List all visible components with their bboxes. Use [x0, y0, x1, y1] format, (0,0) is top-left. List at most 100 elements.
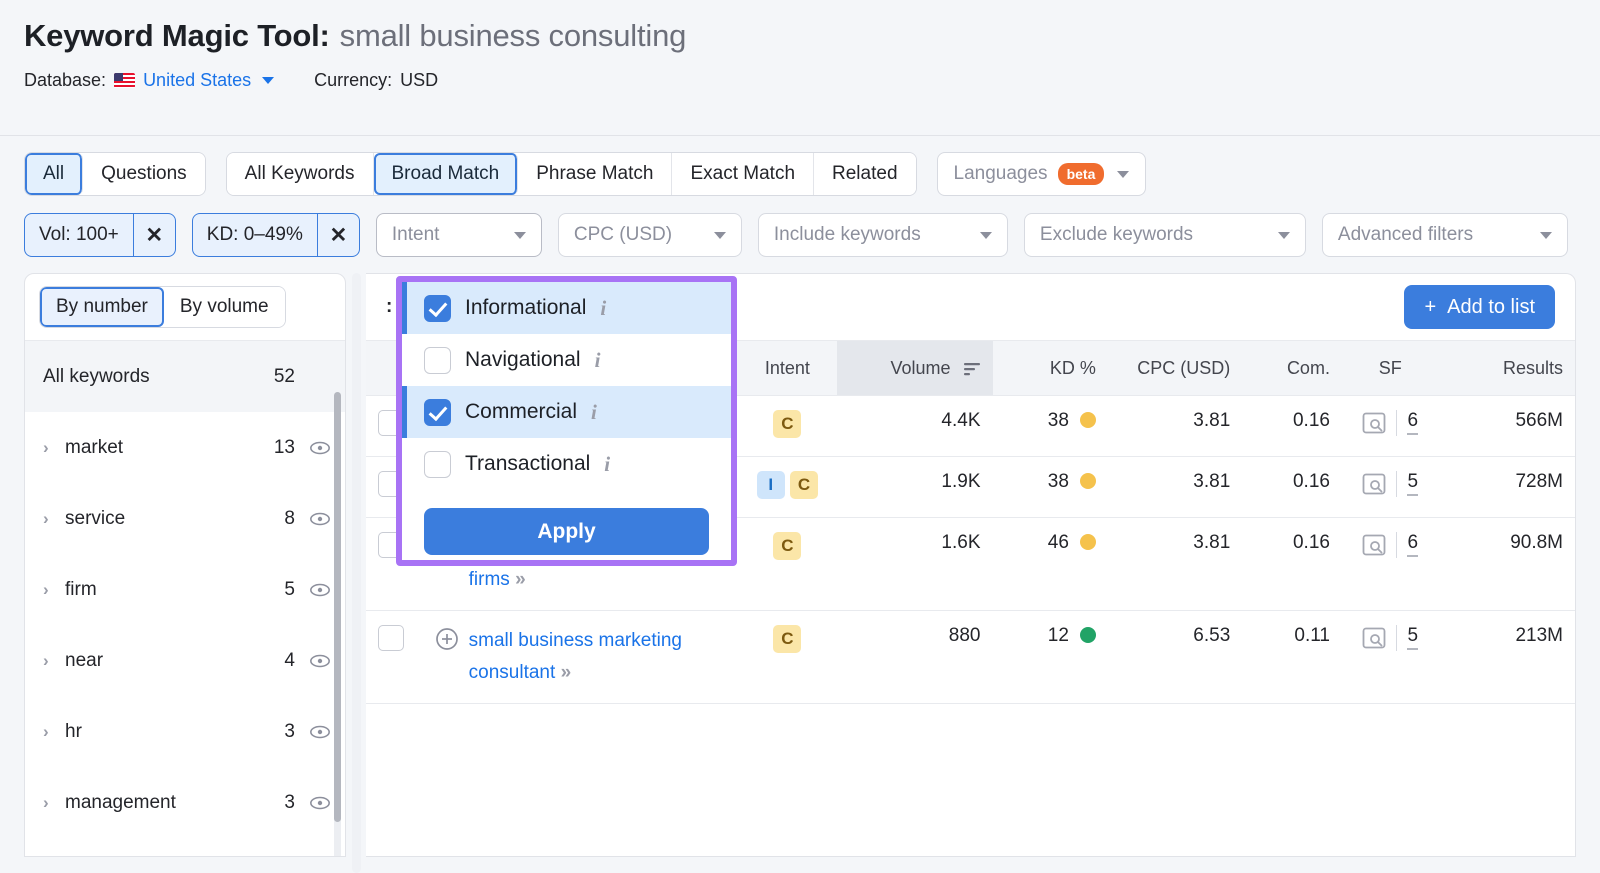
eye-icon[interactable] — [309, 508, 331, 530]
com-cell: 0.16 — [1242, 395, 1342, 457]
segmented-control: By number By volume — [39, 286, 286, 328]
info-icon[interactable]: i — [595, 348, 601, 373]
sf-cell[interactable]: 5 — [1341, 610, 1439, 704]
sf-count[interactable]: 6 — [1407, 533, 1419, 557]
eye-icon[interactable] — [309, 792, 331, 814]
sidebar-scrollbar[interactable] — [334, 392, 341, 856]
table-row[interactable]: small business marketing consultant » C … — [366, 610, 1575, 704]
close-icon[interactable]: ✕ — [316, 214, 359, 256]
filter-row: Vol: 100+ ✕ KD: 0–49% ✕ Intent CPC (USD)… — [24, 213, 1576, 257]
results-cell: 90.8M — [1438, 517, 1575, 611]
intent-option-label: Commercial — [465, 400, 578, 423]
com-cell: 0.11 — [1242, 610, 1342, 704]
serp-feature-icon[interactable] — [1362, 473, 1386, 495]
tab-all-keywords[interactable]: All Keywords — [226, 153, 374, 195]
tab-broad-match[interactable]: Broad Match — [373, 153, 519, 195]
sort-descending-icon[interactable] — [963, 362, 981, 376]
expand-icon: » — [515, 569, 526, 590]
sf-count[interactable]: 5 — [1407, 472, 1419, 496]
database-selector[interactable]: Database: United States — [24, 70, 275, 91]
tab-exact-match[interactable]: Exact Match — [672, 153, 815, 195]
checkbox-navigational[interactable] — [424, 346, 451, 374]
checkbox-informational[interactable] — [424, 294, 451, 322]
cpc-filter-dropdown[interactable]: CPC (USD) — [557, 213, 742, 257]
chevron-right-icon[interactable]: › — [43, 580, 65, 600]
sidebar-item-market[interactable]: › market 13 — [25, 412, 345, 483]
th-sf[interactable]: SF — [1341, 340, 1439, 396]
sidebar-item-near[interactable]: › near 4 — [25, 625, 345, 696]
chevron-right-icon[interactable]: › — [43, 509, 65, 529]
tab-all[interactable]: All — [25, 153, 84, 195]
sidebar-sort-by-number[interactable]: By number — [40, 287, 164, 327]
info-icon[interactable]: i — [604, 452, 610, 477]
chevron-right-icon[interactable]: › — [43, 722, 65, 742]
filter-chip-volume[interactable]: Vol: 100+ ✕ — [24, 213, 176, 257]
sf-count[interactable]: 5 — [1407, 626, 1419, 650]
serp-feature-icon[interactable] — [1362, 412, 1386, 434]
sidebar-sort-by-volume[interactable]: By volume — [163, 287, 285, 327]
th-volume[interactable]: Volume — [837, 340, 993, 396]
results-cell: 213M — [1438, 610, 1575, 704]
exclude-keywords-dropdown[interactable]: Exclude keywords — [1023, 213, 1306, 257]
intent-option-label: Transactional — [465, 452, 591, 475]
sidebar-item-hr[interactable]: › hr 3 — [25, 696, 345, 767]
keyword-cell[interactable]: small business marketing consultant » — [422, 610, 738, 704]
intent-option-informational[interactable]: Informational i — [402, 282, 731, 334]
sidebar-item-all-keywords[interactable]: All keywords 52 — [25, 341, 345, 412]
advanced-filters-dropdown[interactable]: Advanced filters — [1321, 213, 1568, 257]
languages-dropdown[interactable]: Languages beta — [936, 152, 1147, 196]
intent-badge-commercial: C — [789, 471, 818, 499]
chevron-down-icon — [262, 77, 275, 84]
sf-count[interactable]: 6 — [1407, 411, 1419, 435]
info-icon[interactable]: i — [591, 400, 597, 425]
sf-cell[interactable]: 6 — [1341, 517, 1439, 611]
row-checkbox[interactable] — [378, 625, 404, 651]
row-checkbox-cell[interactable] — [366, 610, 423, 704]
sidebar-item-label: service — [65, 507, 126, 529]
eye-icon[interactable] — [309, 437, 331, 459]
checkbox-commercial[interactable] — [424, 398, 451, 426]
keyword-link[interactable]: small business marketing consultant » — [469, 625, 726, 689]
panel-scrollbar[interactable] — [346, 273, 366, 873]
eye-icon[interactable] — [309, 650, 331, 672]
th-intent[interactable]: Intent — [737, 340, 838, 396]
intent-badge-commercial: C — [773, 410, 802, 438]
chevron-right-icon[interactable]: › — [43, 438, 65, 458]
th-cpc[interactable]: CPC (USD) — [1107, 340, 1243, 396]
sidebar-item-firm[interactable]: › firm 5 — [25, 554, 345, 625]
page-title: Keyword Magic Tool: small business consu… — [24, 18, 1576, 54]
checkbox-transactional[interactable] — [424, 450, 451, 478]
apply-button[interactable]: Apply — [424, 508, 709, 555]
kd-cell: 38 — [992, 456, 1108, 518]
eye-icon[interactable] — [309, 721, 331, 743]
intent-option-navigational[interactable]: Navigational i — [402, 334, 731, 386]
sf-cell[interactable]: 5 — [1341, 456, 1439, 518]
serp-feature-icon[interactable] — [1362, 534, 1386, 556]
add-keyword-icon[interactable] — [435, 627, 459, 651]
th-kd[interactable]: KD % — [992, 340, 1108, 396]
th-com[interactable]: Com. — [1242, 340, 1342, 396]
sidebar-item-label: management — [65, 791, 176, 813]
sidebar-item-count: 52 — [273, 365, 295, 387]
sidebar-item-service[interactable]: › service 8 — [25, 483, 345, 554]
info-icon[interactable]: i — [600, 296, 606, 321]
close-icon[interactable]: ✕ — [132, 214, 175, 256]
filter-chip-kd[interactable]: KD: 0–49% ✕ — [191, 213, 360, 257]
sf-cell[interactable]: 6 — [1341, 395, 1439, 457]
intent-option-transactional[interactable]: Transactional i — [402, 438, 731, 490]
eye-icon[interactable] — [309, 579, 331, 601]
sidebar-item-management[interactable]: › management 3 — [25, 767, 345, 838]
chevron-right-icon[interactable]: › — [43, 793, 65, 813]
th-results[interactable]: Results — [1438, 340, 1575, 396]
chevron-right-icon[interactable]: › — [43, 651, 65, 671]
intent-filter-dropdown[interactable]: Intent — [375, 213, 542, 257]
database-value[interactable]: United States — [143, 70, 251, 91]
serp-feature-icon[interactable] — [1362, 627, 1386, 649]
tab-phrase-match[interactable]: Phrase Match — [518, 153, 673, 195]
tab-related[interactable]: Related — [814, 153, 916, 195]
tab-questions[interactable]: Questions — [83, 153, 205, 195]
kd-cell: 46 — [992, 517, 1108, 611]
include-keywords-dropdown[interactable]: Include keywords — [757, 213, 1008, 257]
intent-option-commercial[interactable]: Commercial i — [402, 386, 731, 438]
add-to-list-button[interactable]: + Add to list — [1404, 285, 1555, 329]
